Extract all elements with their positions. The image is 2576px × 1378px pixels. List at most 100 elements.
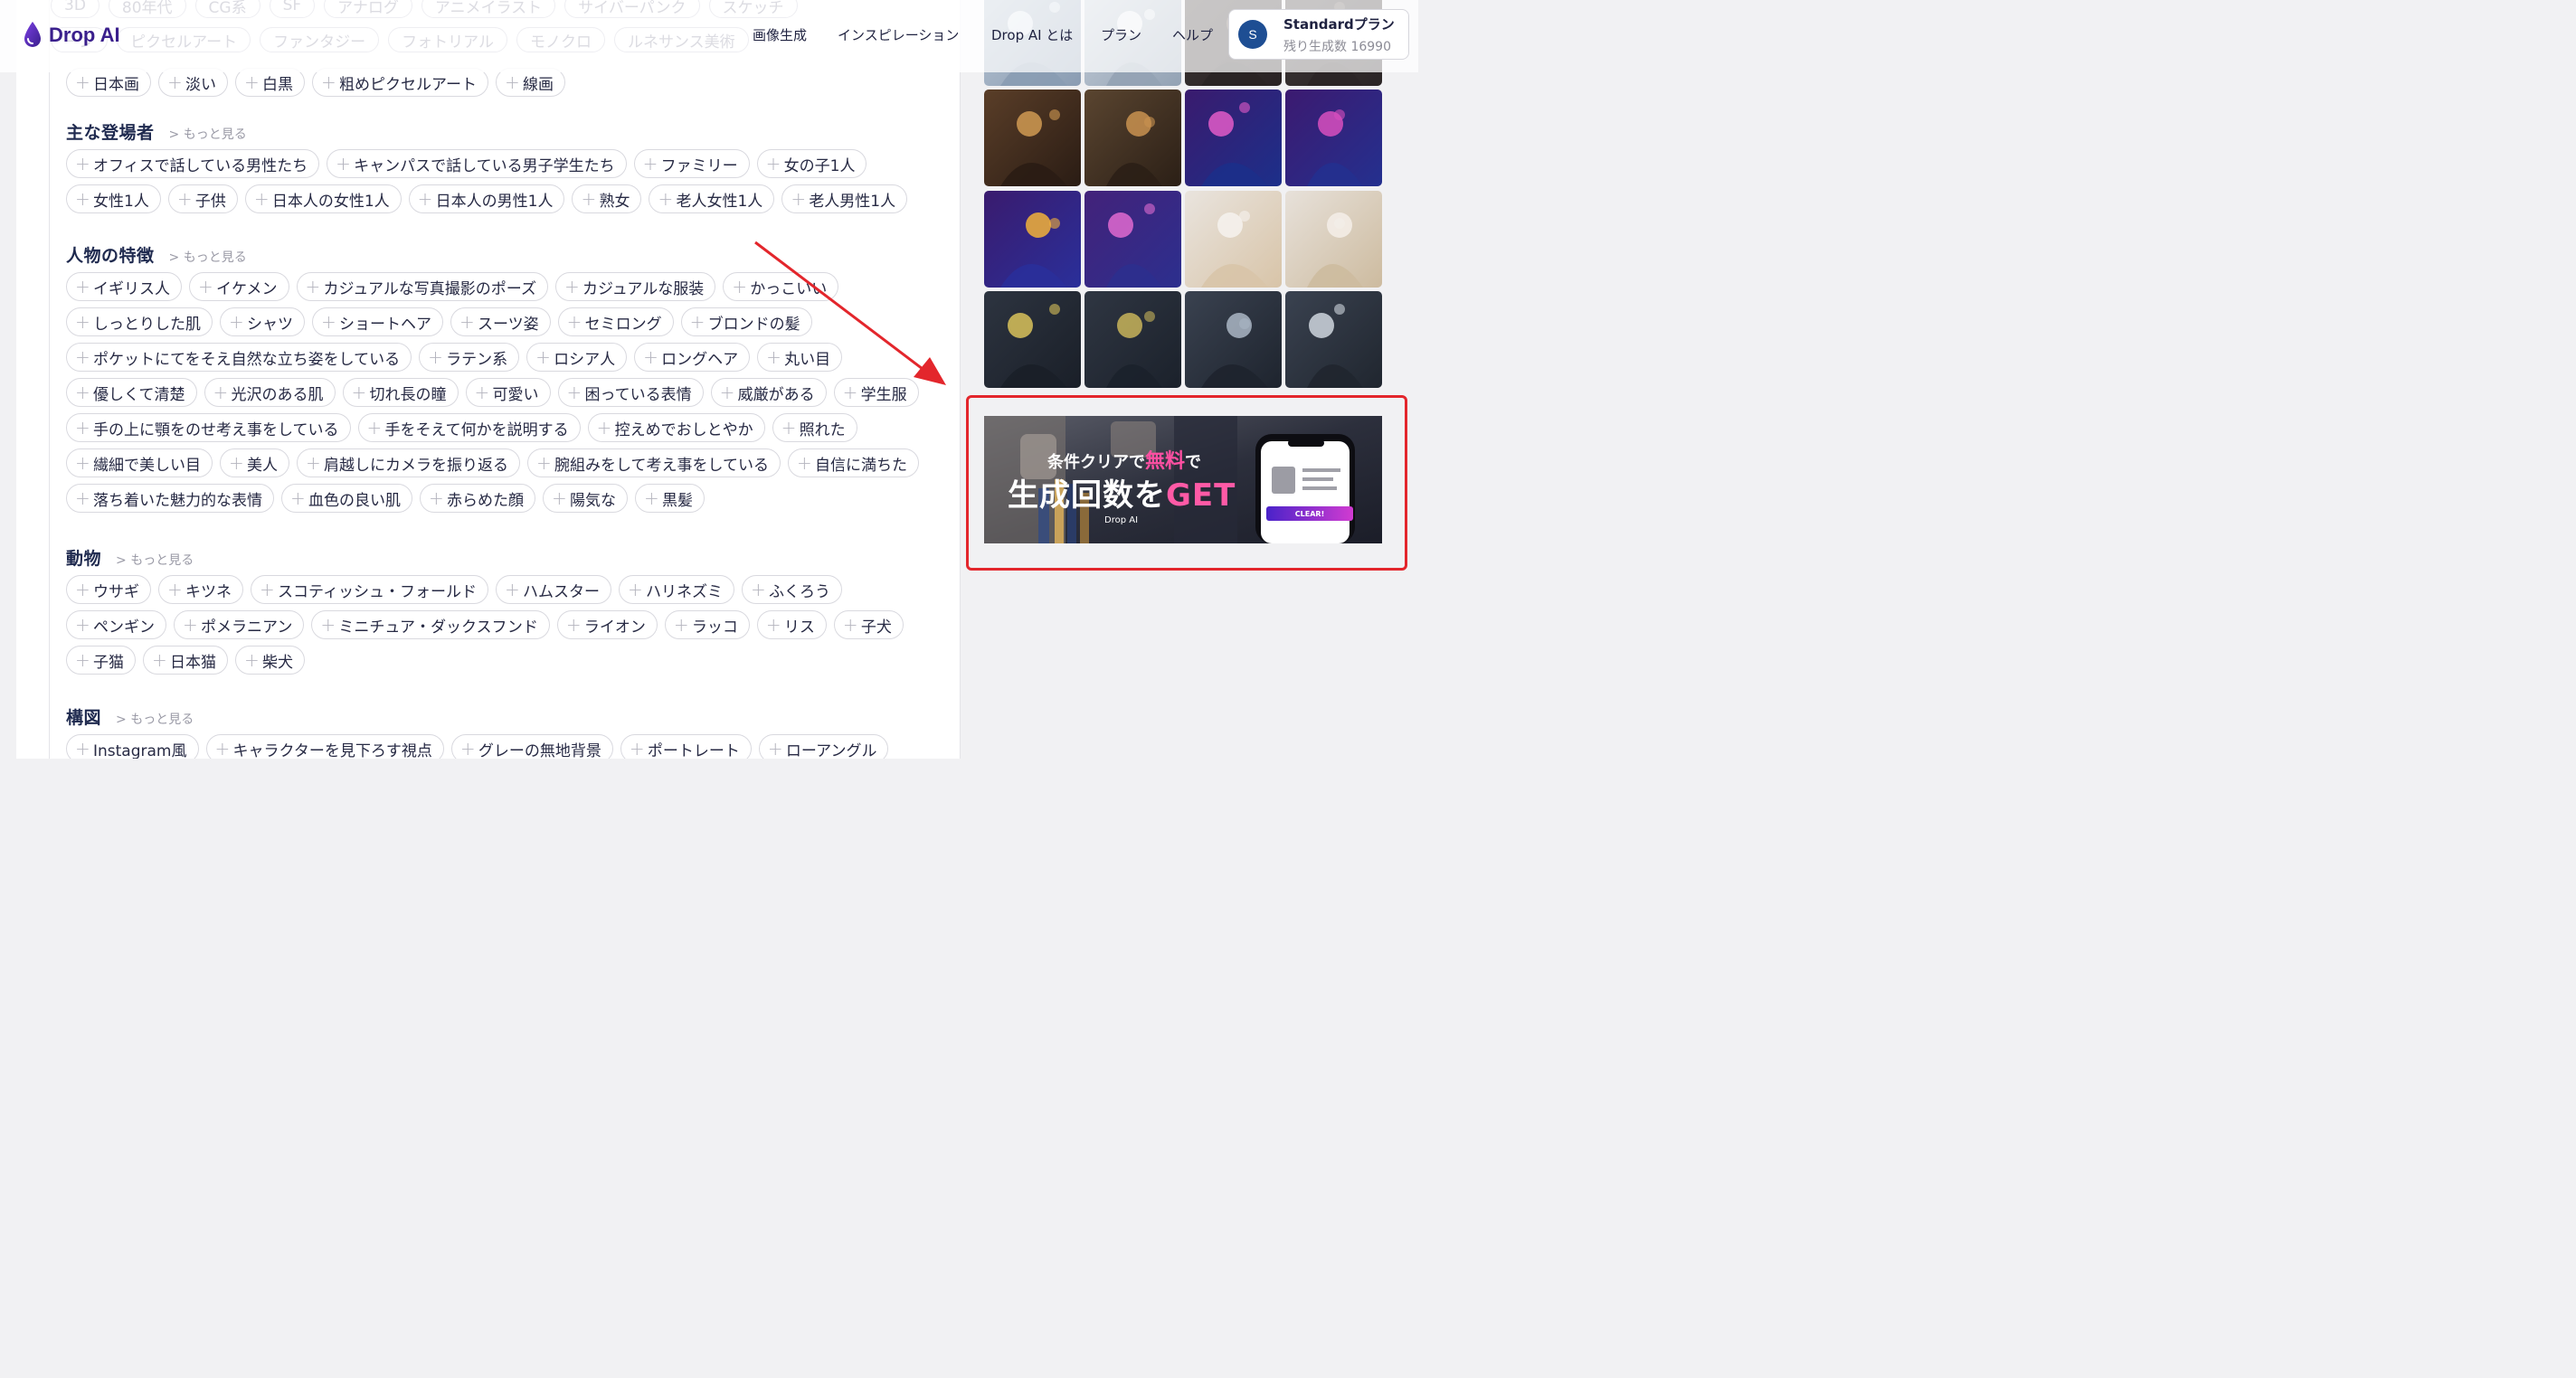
tag-chip[interactable]: + 女の子1人 xyxy=(756,149,867,178)
tag-chip[interactable]: + 学生服 xyxy=(833,378,919,407)
generated-image-thumbnail[interactable] xyxy=(1185,191,1282,288)
tag-chip[interactable]: + スーツ姿 xyxy=(450,307,551,336)
tag-chip[interactable]: + 日本人の男性1人 xyxy=(408,184,565,213)
generated-image-thumbnail[interactable] xyxy=(1084,191,1181,288)
tag-chip[interactable]: + イギリス人 xyxy=(66,272,182,301)
tag-chip[interactable]: + 自信に満ちた xyxy=(787,448,919,477)
tag-chip[interactable]: + ポメラニアン xyxy=(174,610,305,639)
tag-label: セミロング xyxy=(584,315,662,334)
tag-chip[interactable]: + 老人男性1人 xyxy=(781,184,908,213)
tag-chip[interactable]: + 熟女 xyxy=(572,184,642,213)
tag-chip[interactable]: + 困っている表情 xyxy=(557,378,704,407)
tag-chip[interactable]: + ロシア人 xyxy=(526,343,628,372)
tag-chip[interactable]: + 陽気な xyxy=(543,484,628,513)
tag-chip[interactable]: + 威厳がある xyxy=(710,378,827,407)
tag-chip[interactable]: + 血色の良い肌 xyxy=(281,484,412,513)
tag-chip[interactable]: + 老人女性1人 xyxy=(649,184,775,213)
tag-chip[interactable]: + キツネ xyxy=(158,575,243,604)
see-more-link[interactable]: > もっと見る xyxy=(116,551,194,569)
tag-chip[interactable]: + カジュアルな服装 xyxy=(554,272,716,301)
tag-chip[interactable]: + 腕組みをして考え事をしている xyxy=(527,448,781,477)
tag-label: しっとりした肌 xyxy=(93,315,201,334)
tag-chip[interactable]: + ショートヘア xyxy=(312,307,443,336)
tag-chip[interactable]: + Instagram風 xyxy=(66,734,199,759)
tag-chip[interactable]: + 肩越しにカメラを振り返る xyxy=(297,448,520,477)
plus-icon: + xyxy=(581,188,597,210)
tag-chip[interactable]: + オフィスで話している男性たち xyxy=(66,149,320,178)
tag-chip[interactable]: + ペンギン xyxy=(66,610,166,639)
nav-plan[interactable]: プラン xyxy=(1101,25,1141,44)
tag-chip[interactable]: + ポートレート xyxy=(620,734,752,759)
plus-icon: + xyxy=(229,311,244,333)
tag-chip[interactable]: + グレーの無地背景 xyxy=(450,734,613,759)
tag-chip[interactable]: + 照れた xyxy=(772,413,857,442)
tag-chip[interactable]: + イケメン xyxy=(189,272,289,301)
tag-chip[interactable]: + 落ち着いた魅力的な表情 xyxy=(66,484,274,513)
tag-chip[interactable]: + 黒髪 xyxy=(635,484,705,513)
tag-chip[interactable]: + 光沢のある肌 xyxy=(204,378,336,407)
generated-image-thumbnail[interactable] xyxy=(984,90,1081,186)
tag-chip[interactable]: + ライオン xyxy=(556,610,658,639)
generated-image-thumbnail[interactable] xyxy=(1185,90,1282,186)
tag-chip[interactable]: + ラッコ xyxy=(664,610,750,639)
generated-image-thumbnail[interactable] xyxy=(1084,291,1181,388)
tag-chip[interactable]: + キャンパスで話している男子学生たち xyxy=(327,149,627,178)
tag-chip[interactable]: + ロングヘア xyxy=(634,343,751,372)
tag-chip[interactable]: + ミニチュア・ダックスフンド xyxy=(311,610,550,639)
tag-chip[interactable]: + 可愛い xyxy=(465,378,551,407)
tag-chip[interactable]: + カジュアルな写真撮影のポーズ xyxy=(296,272,548,301)
generated-image-thumbnail[interactable] xyxy=(984,191,1081,288)
see-more-link[interactable]: > もっと見る xyxy=(169,248,247,266)
clear-button[interactable]: CLEAR! xyxy=(1266,506,1353,521)
tag-chip[interactable]: + 切れ長の瞳 xyxy=(342,378,459,407)
tag-chip[interactable]: + 柴犬 xyxy=(235,646,305,675)
tag-chip[interactable]: + セミロング xyxy=(557,307,674,336)
account-menu[interactable]: S Standardプラン 残り生成数 16990 xyxy=(1228,9,1409,60)
tag-chip[interactable]: + かっこいい xyxy=(723,272,839,301)
tag-chip[interactable]: + ラテン系 xyxy=(419,343,520,372)
tag-chip[interactable]: + 手の上に顎をのせ考え事をしている xyxy=(66,413,351,442)
see-more-link[interactable]: > もっと見る xyxy=(116,710,194,728)
tag-chip[interactable]: + 控えめでおしとやか xyxy=(587,413,765,442)
generated-image-thumbnail[interactable] xyxy=(1285,191,1382,288)
tag-chip[interactable]: + キャラクターを見下ろす視点 xyxy=(205,734,444,759)
tag-chip[interactable]: + 手をそえて何かを説明する xyxy=(357,413,581,442)
generated-image-thumbnail[interactable] xyxy=(1285,291,1382,388)
tag-chip[interactable]: + 赤らめた顔 xyxy=(420,484,535,513)
tag-chip[interactable]: + ローアングル xyxy=(758,734,889,759)
tag-chip[interactable]: + 繊細で美しい目 xyxy=(66,448,213,477)
tag-chip[interactable]: + ブロンドの髪 xyxy=(680,307,812,336)
tag-chip[interactable]: + ファミリー xyxy=(633,149,750,178)
nav-help[interactable]: ヘルプ xyxy=(1172,25,1213,44)
tag-chip[interactable]: + しっとりした肌 xyxy=(66,307,213,336)
tag-chip[interactable]: + 子犬 xyxy=(833,610,904,639)
tag-chip[interactable]: + ウサギ xyxy=(66,575,151,604)
nav-about[interactable]: Drop AI とは xyxy=(991,25,1073,44)
generated-image-thumbnail[interactable] xyxy=(1285,90,1382,186)
tag-chip[interactable]: + ポケットにてをそえ自然な立ち姿をしている xyxy=(66,343,412,372)
tag-chip[interactable]: + スコティッシュ・フォールド xyxy=(251,575,488,604)
tag-chip[interactable]: + ふくろう xyxy=(741,575,842,604)
tag-chip[interactable]: + 丸い目 xyxy=(757,343,843,372)
see-more-link[interactable]: > もっと見る xyxy=(169,125,247,143)
generated-image-thumbnail[interactable] xyxy=(984,291,1081,388)
banner-main-text: 生成回数をGET xyxy=(1008,470,1236,514)
nav-inspiration[interactable]: インスピレーション xyxy=(838,25,959,44)
tag-chip[interactable]: + シャツ xyxy=(220,307,305,336)
tag-chip[interactable]: + 子供 xyxy=(167,184,238,213)
generated-image-thumbnail[interactable] xyxy=(1084,90,1181,186)
generated-image-thumbnail[interactable] xyxy=(1185,291,1282,388)
logo[interactable]: Drop AI xyxy=(22,18,120,52)
tag-chip[interactable]: + 子猫 xyxy=(66,646,136,675)
tag-chip[interactable]: + 優しくて清楚 xyxy=(66,378,197,407)
faded-tag: サイバーパンク xyxy=(564,0,700,18)
tag-chip[interactable]: + 日本人の女性1人 xyxy=(244,184,402,213)
tag-chip[interactable]: + ハリネズミ xyxy=(618,575,734,604)
nav-image-generation[interactable]: 画像生成 xyxy=(753,25,807,44)
tag-chip[interactable]: + 女性1人 xyxy=(66,184,161,213)
tag-chip[interactable]: + 美人 xyxy=(220,448,289,477)
tag-chip[interactable]: + 日本猫 xyxy=(143,646,228,675)
promo-banner[interactable]: 条件クリアで無料で 生成回数をGET Drop AI CLEAR! xyxy=(984,416,1382,543)
tag-chip[interactable]: + リス xyxy=(756,610,827,639)
tag-chip[interactable]: + ハムスター xyxy=(495,575,611,604)
